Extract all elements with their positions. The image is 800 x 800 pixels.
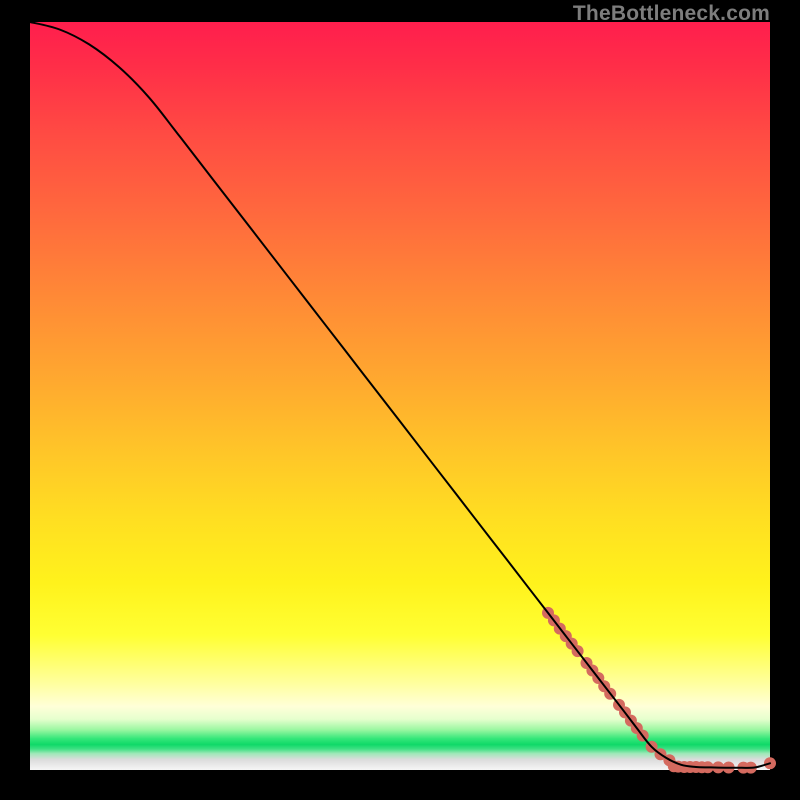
chart-frame: TheBottleneck.com [0,0,800,800]
dot-layer [542,607,776,774]
watermark-text: TheBottleneck.com [573,2,770,26]
chart-svg [30,22,770,770]
main-curve [30,22,770,768]
